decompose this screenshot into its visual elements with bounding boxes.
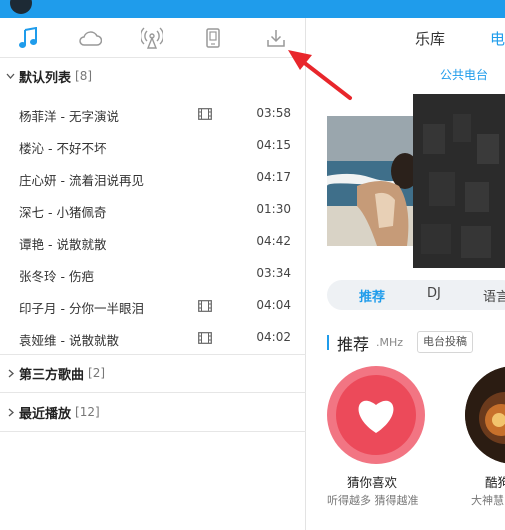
pill-dj[interactable]: DJ — [427, 286, 441, 301]
track-row[interactable]: 深七 - 小猪佩奇 01:30 — [0, 194, 306, 226]
group-name: 默认列表 — [19, 70, 72, 86]
main-tabs: 乐库 电 — [307, 18, 505, 58]
track-duration: 04:42 — [256, 234, 291, 248]
track-row[interactable]: 杨菲洋 - 无字演说 03:58 — [0, 98, 306, 130]
radio-antenna-icon — [141, 27, 163, 49]
dark-collage-card[interactable] — [413, 94, 505, 268]
recommend-desc: 大神慧 — [471, 494, 504, 507]
track-duration: 03:34 — [256, 266, 291, 280]
section-title: 推荐 — [337, 335, 370, 354]
kugou-radio-cover[interactable] — [465, 366, 505, 464]
track-duration: 01:30 — [256, 202, 291, 216]
music-note-icon — [19, 27, 37, 48]
playlist-panel: 默认列表 [8] 杨菲洋 - 无字演说 03:58 楼沁 - 不好不坏 04:1… — [0, 18, 306, 530]
cloud-icon — [79, 31, 102, 46]
track-title: 袁娅维 - 说散就散 — [19, 333, 119, 348]
track-row[interactable]: 庄心妍 - 流着泪说再见 04:17 — [0, 162, 306, 194]
recommend-name: 酷狗 — [485, 475, 505, 490]
track-duration: 03:58 — [256, 106, 291, 120]
group-count: [8] — [75, 69, 93, 83]
tab-radio-station[interactable]: 电 — [490, 28, 505, 49]
icon-tab-bar — [0, 18, 306, 58]
track-row[interactable]: 张冬玲 - 伤疤 03:34 — [0, 258, 306, 290]
tab-radio[interactable] — [139, 26, 165, 50]
track-title: 深七 - 小猪佩奇 — [19, 205, 107, 220]
category-pill-bar: 推荐 DJ 语言 — [327, 280, 505, 310]
track-row[interactable]: 袁娅维 - 说散就散 04:02 — [0, 322, 306, 354]
track-title: 印子月 - 分你一半眼泪 — [19, 301, 144, 316]
section-unit: .MHz — [376, 336, 404, 349]
track-title: 楼沁 - 不好不坏 — [19, 141, 107, 156]
public-radio-link[interactable]: 公共电台 — [440, 66, 488, 83]
music-player-window: 默认列表 [8] 杨菲洋 - 无字演说 03:58 楼沁 - 不好不坏 04:1… — [0, 0, 505, 530]
divider — [0, 431, 306, 432]
track-title: 庄心妍 - 流着泪说再见 — [19, 173, 144, 188]
tab-download[interactable] — [263, 26, 289, 50]
content-panel: 乐库 电 公共电台 推荐 DJ 语言 推荐 .MHz 电台投稿 猜你喜欢 听得越… — [307, 18, 505, 530]
recommend-name: 猜你喜欢 — [347, 475, 398, 490]
group-count: [2] — [88, 366, 106, 380]
divider — [0, 354, 306, 355]
avatar[interactable] — [10, 0, 32, 14]
divider — [0, 392, 306, 393]
tab-music-note[interactable] — [15, 26, 41, 50]
track-row[interactable]: 楼沁 - 不好不坏 04:15 — [0, 130, 306, 162]
banner-image[interactable] — [327, 116, 417, 246]
track-row[interactable]: 谭艳 - 说散就散 04:42 — [0, 226, 306, 258]
track-title: 张冬玲 - 伤疤 — [19, 269, 94, 284]
heart-icon — [358, 400, 394, 433]
mv-film-icon[interactable] — [198, 300, 212, 312]
track-title: 杨菲洋 - 无字演说 — [19, 109, 119, 124]
track-duration: 04:02 — [256, 330, 291, 344]
tab-library[interactable]: 乐库 — [415, 28, 445, 49]
section-accent-bar — [327, 335, 329, 350]
track-duration: 04:04 — [256, 298, 291, 312]
track-duration: 04:17 — [256, 170, 291, 184]
download-icon — [267, 30, 285, 47]
device-icon — [206, 28, 220, 48]
track-title: 谭艳 - 说散就散 — [19, 237, 107, 252]
guess-you-like-cover[interactable] — [327, 366, 425, 464]
group-recent[interactable]: 最近播放 [12] — [0, 397, 306, 427]
group-name: 第三方歌曲 — [19, 367, 85, 383]
chevron-right-icon — [6, 369, 15, 378]
pill-language[interactable]: 语言 — [483, 286, 505, 305]
group-name: 最近播放 — [19, 406, 72, 422]
mv-film-icon[interactable] — [198, 108, 212, 120]
group-count: [12] — [75, 405, 100, 419]
title-bar — [0, 0, 505, 18]
mv-film-icon[interactable] — [198, 332, 212, 344]
pill-recommend[interactable]: 推荐 — [359, 286, 385, 305]
tab-device[interactable] — [200, 26, 226, 50]
recommend-desc: 听得越多 猜得越准 — [327, 494, 419, 507]
submit-radio-button[interactable]: 电台投稿 — [417, 331, 473, 353]
chevron-right-icon — [6, 408, 15, 417]
chevron-down-icon — [6, 73, 15, 79]
group-third-party[interactable]: 第三方歌曲 [2] — [0, 358, 306, 388]
track-duration: 04:15 — [256, 138, 291, 152]
group-default-list[interactable]: 默认列表 [8] — [0, 61, 306, 91]
tab-cloud[interactable] — [77, 26, 103, 50]
track-row[interactable]: 印子月 - 分你一半眼泪 04:04 — [0, 290, 306, 322]
